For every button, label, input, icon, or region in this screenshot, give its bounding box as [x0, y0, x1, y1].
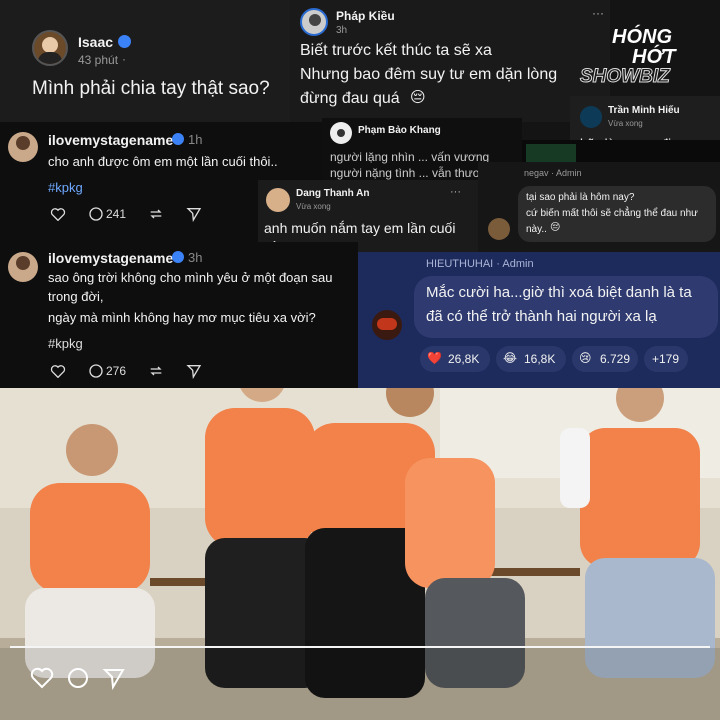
send-icon[interactable] — [186, 206, 202, 222]
username[interactable]: Dang Thanh An — [296, 188, 370, 199]
post-phap-kieu: Pháp Kiều 3h ··· Biết trước kết thúc ta … — [290, 0, 610, 122]
post-negav: negav · Admin tại sao phải là hôm nay? c… — [478, 162, 720, 252]
sad-emoji-icon: 😔 — [410, 89, 426, 106]
verified-badge-icon — [118, 35, 131, 48]
post-text-line1: sao ông trời không cho mình yêu ở một đo… — [48, 270, 333, 285]
message-line2: cứ biến mất thôi sẽ chẳng thể đau như — [526, 208, 698, 219]
username[interactable]: ilovemystagename — [48, 132, 173, 148]
hashtag-link[interactable]: #kpkg — [48, 336, 83, 351]
post-text-line2: Nhưng bao đêm suy tư em dặn lòng — [300, 66, 558, 83]
post-time: Vừa xong — [296, 202, 331, 211]
avatar[interactable] — [300, 8, 328, 36]
post-text-line1: Biết trước kết thúc ta sẽ xa — [300, 42, 492, 59]
repost-icon[interactable] — [148, 363, 164, 379]
laugh-emoji-icon: 😂 — [503, 351, 518, 365]
post-text-line3: đừng đau quá — [300, 90, 400, 107]
post-time: 43 phút — [78, 53, 119, 67]
username[interactable]: Trần Minh Hiếu — [608, 105, 680, 116]
header: negav · Admin — [524, 168, 582, 178]
heart-emoji-icon: ❤️ — [427, 351, 442, 365]
post-text-line3: ngày mà mình không hay mơ mục tiêu xa vờ… — [48, 310, 316, 325]
message-bubble: Mắc cười ha...giờ thì xoá biệt danh là t… — [414, 276, 718, 338]
avatar[interactable] — [488, 218, 510, 240]
heart-icon[interactable] — [30, 667, 54, 689]
header: HIEUTHUHAI · Admin — [426, 258, 534, 270]
message-line3: này.. — [526, 224, 547, 235]
comment-icon[interactable] — [66, 666, 90, 690]
post-time: 1h — [188, 132, 203, 147]
verified-badge-icon — [172, 133, 184, 145]
verified-badge-icon — [172, 251, 184, 263]
repost-icon[interactable] — [148, 206, 164, 222]
reaction-laugh[interactable]: 😂 16,8K — [496, 346, 566, 372]
post-text-line2: người nặng tình ... vẫn thương — [330, 166, 494, 180]
message-bubble: tại sao phải là hôm nay? cứ biến mất thô… — [518, 186, 716, 242]
comment-icon[interactable] — [88, 206, 104, 222]
watermark-line3: SHOWBIZ — [580, 66, 671, 88]
reaction-count: 26,8K — [448, 352, 480, 366]
post-text-line1: anh muốn nắm tay em lần cuối — [264, 220, 456, 236]
sad-emoji-icon: 😢 — [579, 351, 592, 365]
post-hieuthuhai: HIEUTHUHAI · Admin Mắc cười ha...giờ thì… — [358, 252, 720, 388]
post-time: 3h — [188, 250, 203, 265]
message-line2: đã có thể trở thành hai người xa lạ — [426, 308, 657, 325]
username[interactable]: ilovemystagename — [48, 250, 173, 266]
avatar[interactable] — [32, 30, 68, 66]
watermark-logo: HÓNG HỚT SHOWBIZ — [580, 26, 720, 96]
post-time: Vừa xong — [608, 119, 643, 128]
avatar[interactable] — [8, 252, 38, 282]
reaction-sad[interactable]: 😢 6.729 — [572, 346, 638, 372]
sad-emoji-icon: 😔 — [550, 222, 561, 233]
post-text: cho anh được ôm em một lần cuối thôi.. — [48, 154, 278, 169]
heart-icon[interactable] — [50, 364, 66, 378]
reaction-count: 6.729 — [600, 352, 631, 366]
comment-icon[interactable] — [88, 363, 104, 379]
post-isaac: Isaac 43 phút · Mình phải chia tay thật … — [0, 0, 300, 122]
heart-icon[interactable] — [50, 207, 66, 221]
reaction-extra-count: +179 — [652, 352, 680, 366]
username[interactable]: Phạm Bảo Khang — [358, 125, 441, 136]
avatar[interactable] — [580, 106, 602, 128]
message-line1: Mắc cười ha...giờ thì xoá biệt danh là t… — [426, 284, 692, 301]
reaction-heart[interactable]: ❤️ 26,8K — [420, 346, 490, 372]
post-text: Mình phải chia tay thật sao? — [32, 78, 270, 99]
avatar[interactable] — [8, 132, 38, 162]
post-ilovemystagename-2: ilovemystagename 3h sao ông trời không c… — [0, 242, 358, 388]
post-text-line2: trong đời, — [48, 289, 104, 304]
username[interactable]: Isaac — [78, 34, 113, 50]
username[interactable]: Pháp Kiều — [336, 9, 395, 23]
send-icon[interactable] — [186, 363, 202, 379]
group-photo — [0, 388, 720, 720]
reaction-count: 16,8K — [524, 352, 556, 366]
post-time: 3h — [336, 25, 348, 36]
more-options-icon[interactable]: ··· — [450, 186, 461, 198]
avatar[interactable] — [330, 122, 352, 144]
reply-count: 276 — [106, 364, 127, 378]
reply-count: 241 — [106, 207, 127, 221]
globe-icon: · — [122, 52, 126, 66]
more-options-icon[interactable]: ··· — [592, 6, 604, 20]
avatar[interactable] — [372, 310, 402, 340]
send-icon[interactable] — [102, 666, 126, 690]
post-text-line1: người lặng nhìn ... vấn vương — [330, 150, 490, 164]
hashtag-link[interactable]: #kpkg — [48, 180, 83, 195]
avatar[interactable] — [266, 188, 290, 212]
reaction-more[interactable]: +179 — [644, 346, 688, 372]
message-line1: tại sao phải là hôm nay? — [526, 192, 635, 203]
